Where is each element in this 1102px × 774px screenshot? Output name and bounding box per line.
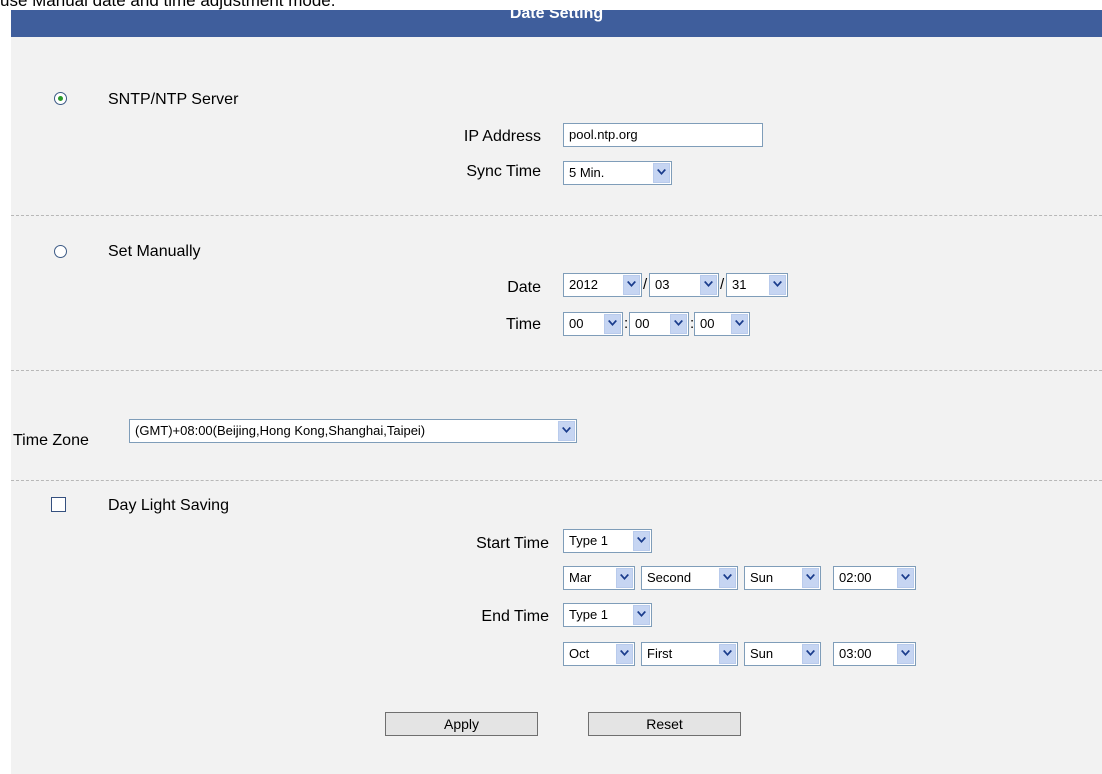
chevron-down-icon [604, 314, 621, 334]
chevron-down-icon [897, 644, 914, 664]
time-separator: : [624, 315, 629, 332]
start-hour-select[interactable]: 02:00 [833, 566, 916, 590]
chevron-down-icon [802, 568, 819, 588]
start-hour-value: 02:00 [839, 570, 872, 585]
end-day-select[interactable]: Sun [744, 642, 821, 666]
chevron-down-icon [802, 644, 819, 664]
chevron-down-icon [731, 314, 748, 334]
month-select[interactable]: 03 [649, 273, 719, 297]
date-label: Date [507, 279, 541, 296]
chevron-down-icon [700, 275, 717, 295]
reset-button[interactable]: Reset [588, 712, 741, 736]
date-separator: / [643, 276, 648, 293]
start-week-select[interactable]: Second [641, 566, 738, 590]
end-type-select[interactable]: Type 1 [563, 603, 652, 627]
start-type-value: Type 1 [569, 533, 609, 548]
end-week-value: First [647, 646, 673, 661]
chevron-down-icon [653, 163, 670, 183]
sync-time-value: 5 Min. [569, 165, 605, 180]
ip-address-input[interactable]: pool.ntp.org [563, 123, 763, 147]
date-separator: / [720, 276, 725, 293]
set-manually-label: Set Manually [108, 243, 201, 260]
start-day-select[interactable]: Sun [744, 566, 821, 590]
minute-value: 00 [635, 316, 650, 331]
time-zone-value: (GMT)+08:00(Beijing,Hong Kong,Shanghai,T… [135, 423, 426, 438]
end-week-select[interactable]: First [641, 642, 738, 666]
chevron-down-icon [623, 275, 640, 295]
sntp-label: SNTP/NTP Server [108, 91, 239, 108]
start-day-value: Sun [750, 570, 774, 585]
start-type-select[interactable]: Type 1 [563, 529, 652, 553]
start-month-select[interactable]: Mar [563, 566, 635, 590]
section-divider [11, 370, 1102, 371]
chevron-down-icon [719, 644, 736, 664]
end-day-value: Sun [750, 646, 774, 661]
minute-select[interactable]: 00 [629, 312, 689, 336]
start-month-value: Mar [569, 570, 592, 585]
end-type-value: Type 1 [569, 607, 609, 622]
ip-address-label: IP Address [463, 128, 541, 145]
dst-label: Day Light Saving [108, 497, 229, 514]
header-bar: Date Setting [11, 6, 1102, 37]
hour-select[interactable]: 00 [563, 312, 623, 336]
chevron-down-icon [670, 314, 687, 334]
section-divider [11, 480, 1102, 481]
dst-checkbox[interactable] [51, 497, 66, 512]
sync-time-select[interactable]: 5 Min. [563, 161, 672, 185]
year-value: 2012 [569, 277, 598, 292]
day-select[interactable]: 31 [726, 273, 788, 297]
chevron-down-icon [897, 568, 914, 588]
day-value: 31 [732, 277, 747, 292]
apply-button[interactable]: Apply [385, 712, 538, 736]
chevron-down-icon [633, 531, 650, 551]
month-value: 03 [655, 277, 670, 292]
radio-selected-dot [58, 96, 63, 101]
chevron-down-icon [616, 568, 633, 588]
time-zone-select[interactable]: (GMT)+08:00(Beijing,Hong Kong,Shanghai,T… [129, 419, 577, 443]
date-setting-panel: Date Setting SNTP/NTP Server IP Address … [11, 6, 1102, 774]
second-select[interactable]: 00 [694, 312, 750, 336]
time-zone-label: Time Zone [13, 432, 89, 449]
page-title: Date Setting [509, 5, 604, 22]
start-time-label: Start Time [476, 535, 549, 552]
end-month-select[interactable]: Oct [563, 642, 635, 666]
hour-value: 00 [569, 316, 584, 331]
chevron-down-icon [616, 644, 633, 664]
chevron-down-icon [633, 605, 650, 625]
sync-time-label: Sync Time [466, 163, 541, 180]
chevron-down-icon [719, 568, 736, 588]
section-divider [11, 215, 1102, 216]
second-value: 00 [700, 316, 715, 331]
year-select[interactable]: 2012 [563, 273, 642, 297]
set-manually-radio[interactable] [54, 245, 67, 258]
time-label: Time [506, 316, 541, 333]
end-hour-value: 03:00 [839, 646, 872, 661]
end-time-label: End Time [481, 608, 549, 625]
chevron-down-icon [558, 421, 575, 441]
end-month-value: Oct [569, 646, 590, 661]
sntp-radio[interactable] [54, 92, 67, 105]
start-week-value: Second [647, 570, 692, 585]
chevron-down-icon [769, 275, 786, 295]
end-hour-select[interactable]: 03:00 [833, 642, 916, 666]
